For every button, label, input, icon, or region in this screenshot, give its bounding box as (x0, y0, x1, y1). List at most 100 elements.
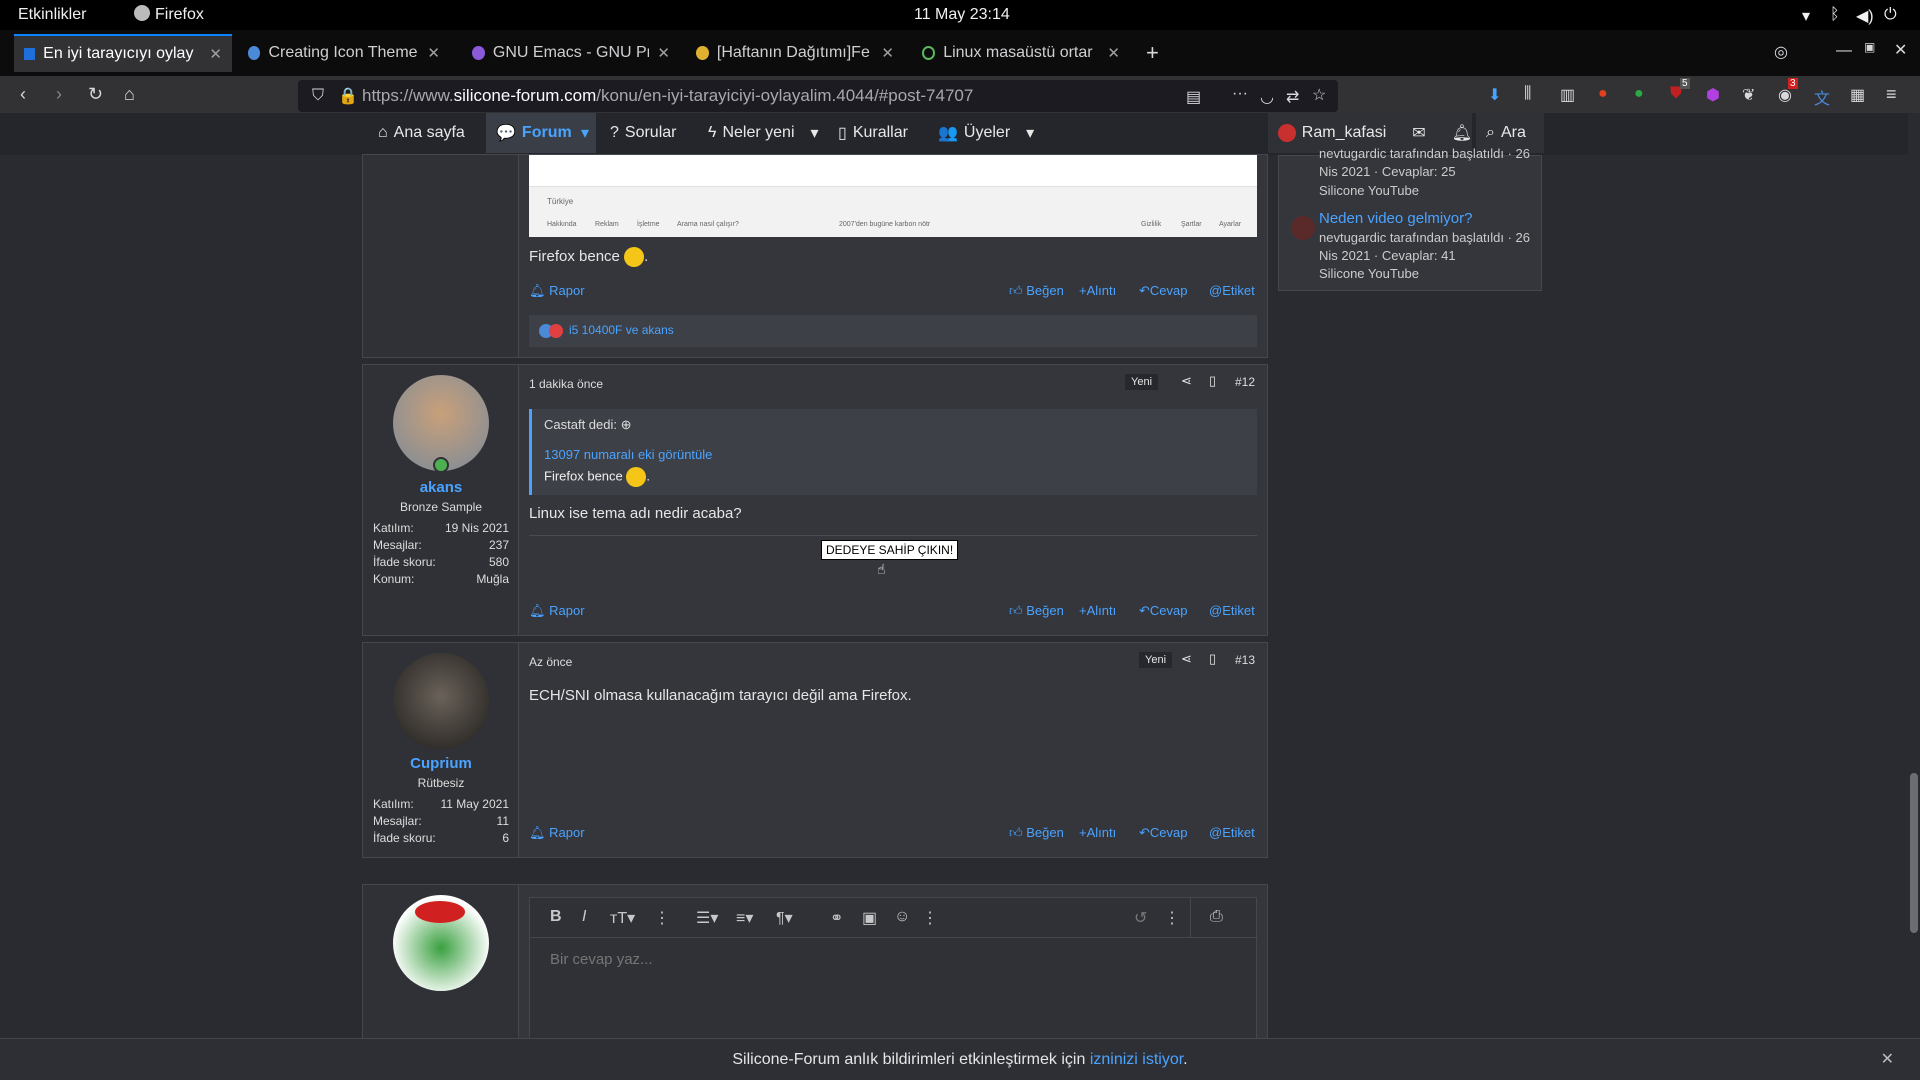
more-options-icon[interactable]: ⋮ (1164, 908, 1180, 928)
italic-icon[interactable]: I (582, 908, 586, 926)
link-icon[interactable]: ⚭ (830, 908, 843, 928)
reply-button[interactable]: ↶Cevap (1139, 283, 1187, 299)
pocket-icon[interactable]: ◡ (1260, 87, 1274, 107)
nav-kurallar[interactable]: ▯ Kurallar (838, 113, 908, 153)
sidebar-icon[interactable]: ▥ (1560, 85, 1575, 105)
minimize-icon[interactable]: — (1836, 42, 1852, 60)
close-tab-icon[interactable]: ✕ (657, 44, 670, 62)
page-scrollbar[interactable] (1908, 113, 1920, 1038)
list-icon[interactable]: ☰▾ (696, 908, 718, 928)
smiley-icon[interactable]: ☺ (894, 908, 910, 926)
container-icon[interactable]: ◎ (1774, 42, 1788, 62)
activities-button[interactable]: Etkinlikler (18, 6, 86, 24)
username-link[interactable]: akans (363, 479, 519, 496)
close-window-icon[interactable]: ✕ (1894, 40, 1907, 60)
back-icon[interactable]: ‹ (20, 84, 26, 105)
bell-icon[interactable]: 🔔︎ (1452, 123, 1472, 143)
quote-button[interactable]: +Alıntı (1079, 283, 1116, 298)
reply-button[interactable]: ↶Cevap (1139, 825, 1187, 841)
power-icon[interactable]: ⏻ (1884, 6, 1897, 24)
bookmark-star-icon[interactable]: ☆ (1312, 85, 1326, 105)
chevron-down-icon[interactable]: ▾ (811, 123, 819, 143)
username-link[interactable]: Cuprium (363, 755, 519, 772)
reply-button[interactable]: ↶Cevap (1139, 603, 1187, 619)
quote-button[interactable]: +Alıntı (1079, 603, 1116, 618)
quote-author[interactable]: Castaft dedi: ⊕ (544, 417, 632, 433)
undo-icon[interactable]: ↺ (1134, 908, 1147, 928)
tab-5[interactable]: Linux masaüstü ortar ✕ (912, 34, 1130, 72)
thread-title-link[interactable]: Neden video gelmiyor? (1319, 210, 1472, 227)
bookmark-icon[interactable]: ▯ (1209, 651, 1216, 667)
avatar[interactable] (393, 653, 489, 749)
report-link[interactable]: 🔔︎ Rapor (529, 825, 585, 841)
wifi-icon[interactable]: ▾ (1802, 6, 1810, 26)
download-icon[interactable]: ⬇ (1488, 85, 1501, 105)
attachment-link[interactable]: 13097 numaralı eki görüntüle (544, 447, 712, 462)
bookmark-icon[interactable]: ▯ (1209, 373, 1216, 389)
report-link[interactable]: 🔔︎ Rapor (529, 283, 585, 299)
close-tab-icon[interactable]: ✕ (209, 45, 222, 63)
nav-sorular[interactable]: ? Sorular (610, 113, 676, 153)
share-icon[interactable]: ⋖ (1181, 373, 1192, 389)
home-icon[interactable]: ⌂ (124, 84, 135, 105)
bluetooth-icon[interactable]: ᛒ (1830, 6, 1840, 24)
like-button[interactable]: 👍︎ Beğen (1009, 825, 1064, 841)
close-tab-icon[interactable]: ✕ (881, 44, 894, 62)
reply-input[interactable] (530, 939, 1256, 979)
image-icon[interactable]: ▣ (862, 908, 877, 928)
share-icon[interactable]: ⋖ (1181, 651, 1192, 667)
attachment-image[interactable]: Türkiye Hakkında Reklam İşletme Arama na… (529, 155, 1257, 237)
post-number[interactable]: #12 (1235, 375, 1255, 389)
page-actions-icon[interactable]: ··· (1232, 85, 1248, 103)
tag-button[interactable]: @Etiket (1209, 825, 1255, 840)
close-tab-icon[interactable]: ✕ (1107, 44, 1120, 62)
permission-link[interactable]: izninizi istiyor (1090, 1051, 1183, 1068)
like-button[interactable]: 👍︎ Beğen (1009, 603, 1064, 619)
post-time[interactable]: Az önce (529, 655, 572, 669)
forum-dropdown-icon[interactable]: ▾ (574, 113, 596, 153)
tag-button[interactable]: @Etiket (1209, 283, 1255, 298)
nav-home[interactable]: ⌂ Ana sayfa (378, 113, 465, 153)
volume-icon[interactable]: ◀) (1856, 6, 1874, 26)
extension-2-icon[interactable]: ● (1634, 85, 1644, 103)
tag-button[interactable]: @Etiket (1209, 603, 1255, 618)
extension-4-icon[interactable]: ❦ (1742, 85, 1755, 105)
thread-forum[interactable]: Silicone YouTube (1319, 183, 1419, 198)
scrollbar-thumb[interactable] (1910, 773, 1918, 933)
tab-4[interactable]: [Haftanın Dağıtımı]Fe ✕ (686, 34, 904, 72)
new-tab-icon[interactable]: + (1146, 40, 1159, 66)
preview-icon[interactable]: ⎙ (1210, 908, 1223, 926)
mail-icon[interactable]: ✉ (1412, 123, 1425, 143)
library-icon[interactable]: ⫼ (1524, 85, 1531, 103)
translate-ext-icon[interactable]: 文 (1814, 85, 1830, 109)
more-options-icon[interactable]: ⋮ (922, 908, 938, 928)
font-size-icon[interactable]: тT▾ (610, 908, 635, 928)
clock[interactable]: 11 May 23:14 (914, 6, 1010, 24)
extensions-icon[interactable]: ▦ (1850, 85, 1865, 105)
extension-1-icon[interactable]: ● (1598, 85, 1608, 103)
quote-button[interactable]: +Alıntı (1079, 825, 1116, 840)
translate-icon[interactable]: ⇄ (1286, 87, 1299, 107)
more-options-icon[interactable]: ⋮ (654, 908, 670, 928)
bold-icon[interactable]: B (550, 908, 562, 926)
nav-neler-yeni[interactable]: ϟ Neler yeni ▾ (708, 113, 819, 153)
chevron-down-icon[interactable]: ▾ (1026, 123, 1034, 143)
maximize-icon[interactable]: ▣ (1864, 40, 1875, 54)
nav-uyeler[interactable]: 👥 Üyeler ▾ (938, 113, 1034, 153)
reader-view-icon[interactable]: ▤ (1186, 87, 1201, 107)
post-number[interactable]: #13 (1235, 653, 1255, 667)
report-link[interactable]: 🔔︎ Rapor (529, 603, 585, 619)
forward-icon[interactable]: › (56, 84, 62, 105)
lock-icon[interactable]: 🔒 (338, 86, 358, 106)
post-time[interactable]: 1 dakika önce (529, 377, 603, 391)
extension-3-icon[interactable]: ⬢ (1706, 85, 1720, 105)
close-tab-icon[interactable]: ✕ (427, 44, 440, 62)
align-icon[interactable]: ≡▾ (736, 908, 753, 928)
reload-icon[interactable]: ↻ (88, 84, 103, 105)
reactions-bar[interactable]: i5 10400F ve akans (529, 315, 1257, 347)
menu-icon[interactable]: ≡ (1886, 84, 1897, 105)
paragraph-icon[interactable]: ¶▾ (776, 908, 793, 928)
tab-active[interactable]: En iyi tarayıcıyı oylay ✕ (14, 34, 232, 72)
thread-forum[interactable]: Silicone YouTube (1319, 266, 1419, 281)
like-button[interactable]: 👍︎ Beğen (1009, 283, 1064, 299)
